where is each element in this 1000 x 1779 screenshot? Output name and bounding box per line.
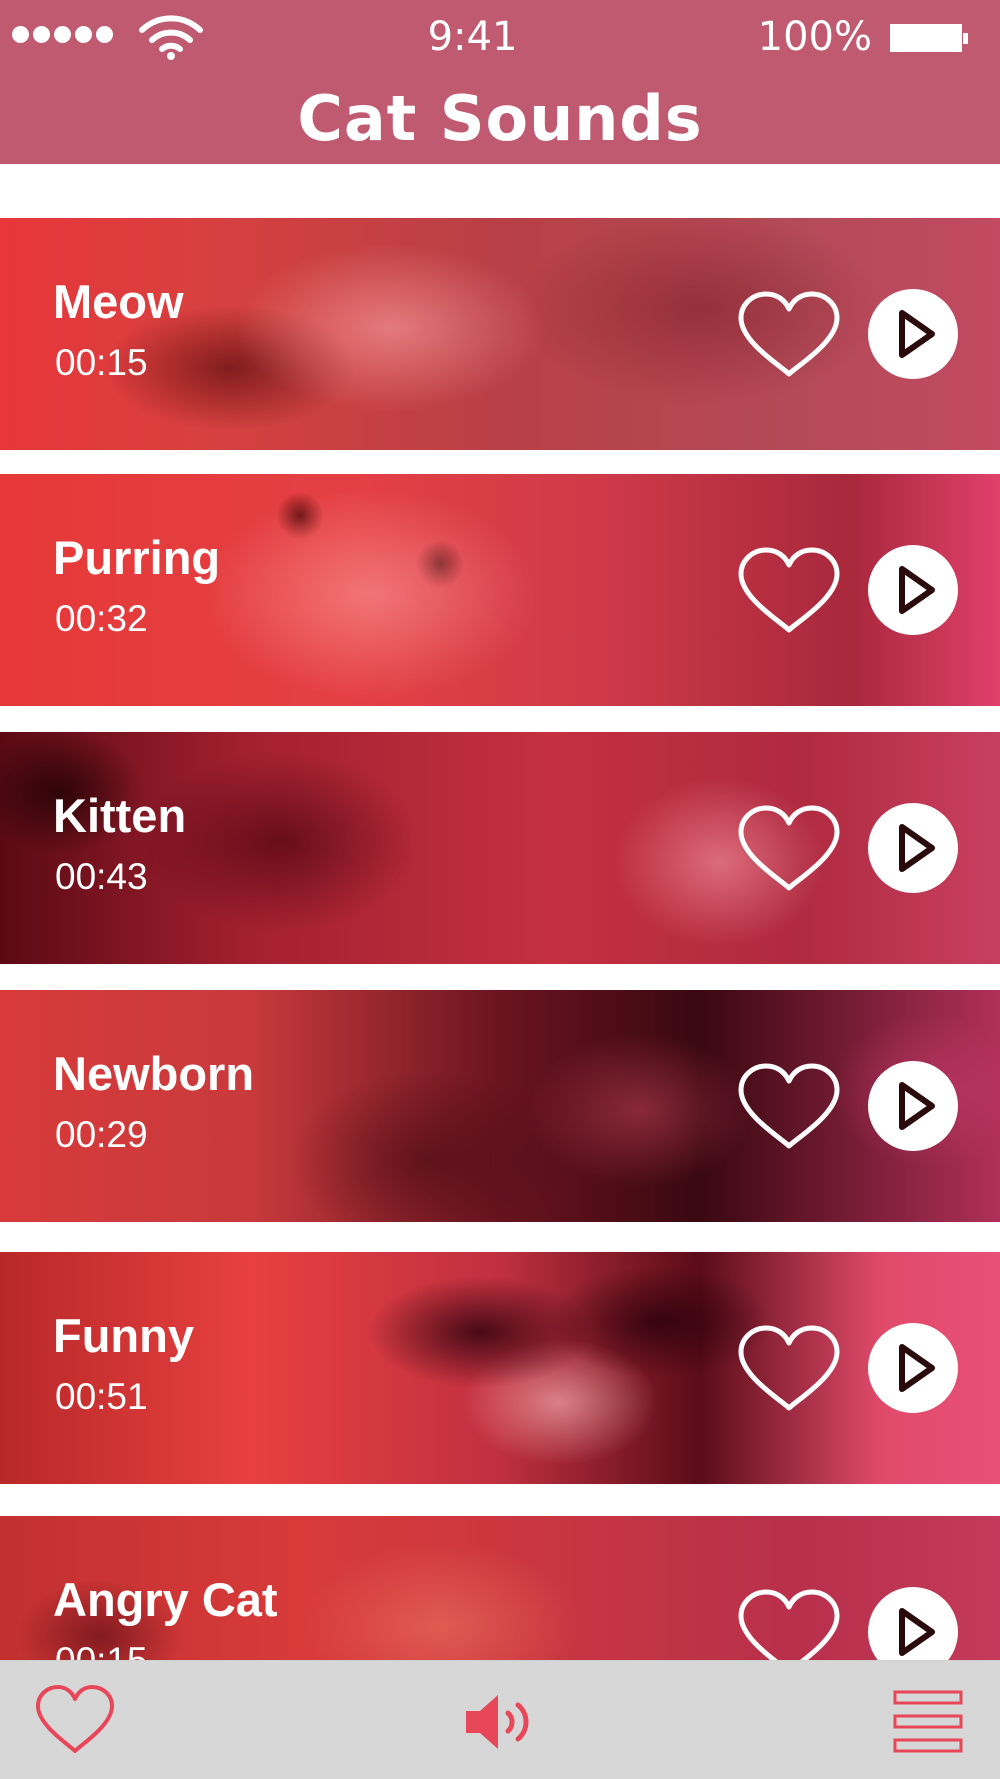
play-icon [899,566,935,614]
sound-list: Meow 00:15 Purring 00:32 Kitten 00:43 Ne… [0,218,1000,1660]
sound-card-funny[interactable]: Funny 00:51 [0,1252,1000,1484]
menu-icon[interactable] [892,1687,964,1757]
page-title: Cat Sounds [297,82,703,155]
play-button[interactable] [868,1587,958,1660]
sound-duration: 00:15 [55,1640,148,1660]
sound-name: Purring [53,531,221,584]
cat-photo [0,1252,1000,1484]
sound-duration: 00:15 [55,342,148,383]
play-button[interactable] [868,1323,958,1413]
cat-photo [0,474,1000,706]
sound-name: Angry Cat [53,1573,278,1626]
sound-duration: 00:32 [55,598,148,639]
play-icon [899,824,935,872]
sound-name: Kitten [53,789,187,842]
play-button[interactable] [868,289,958,379]
sound-card-meow[interactable]: Meow 00:15 [0,218,1000,450]
sound-card-newborn[interactable]: Newborn 00:29 [0,990,1000,1222]
play-icon [899,1608,935,1656]
favorite-heart-icon[interactable] [735,1060,843,1156]
play-button[interactable] [868,545,958,635]
tab-bar [0,1660,1000,1779]
favorite-heart-icon[interactable] [735,1586,843,1660]
sound-duration: 00:29 [55,1114,148,1155]
sound-name: Funny [53,1309,194,1362]
favorite-heart-icon[interactable] [735,544,843,640]
play-icon [899,1344,935,1392]
battery-percentage: 100% [757,14,872,60]
play-icon [899,310,935,358]
status-bar: 9:41 100% [0,0,1000,74]
cat-photo [0,218,1000,450]
cat-photo [0,732,1000,964]
play-button[interactable] [868,1061,958,1151]
sound-duration: 00:43 [55,856,148,897]
sound-card-angry-cat[interactable]: Angry Cat 00:15 [0,1516,1000,1660]
speaker-icon[interactable] [462,1689,540,1755]
play-icon [899,1082,935,1130]
sound-card-purring[interactable]: Purring 00:32 [0,474,1000,706]
sound-duration: 00:51 [55,1376,148,1417]
heart-icon[interactable] [34,1683,116,1757]
cat-photo [0,990,1000,1222]
sound-name: Newborn [53,1047,255,1100]
sound-name: Meow [53,275,184,328]
sound-card-kitten[interactable]: Kitten 00:43 [0,732,1000,964]
favorite-heart-icon[interactable] [735,1322,843,1418]
app-header: 9:41 100% Cat Sounds [0,0,1000,164]
favorite-heart-icon[interactable] [735,802,843,898]
favorite-heart-icon[interactable] [735,288,843,384]
play-button[interactable] [868,803,958,893]
battery-icon [890,24,968,52]
